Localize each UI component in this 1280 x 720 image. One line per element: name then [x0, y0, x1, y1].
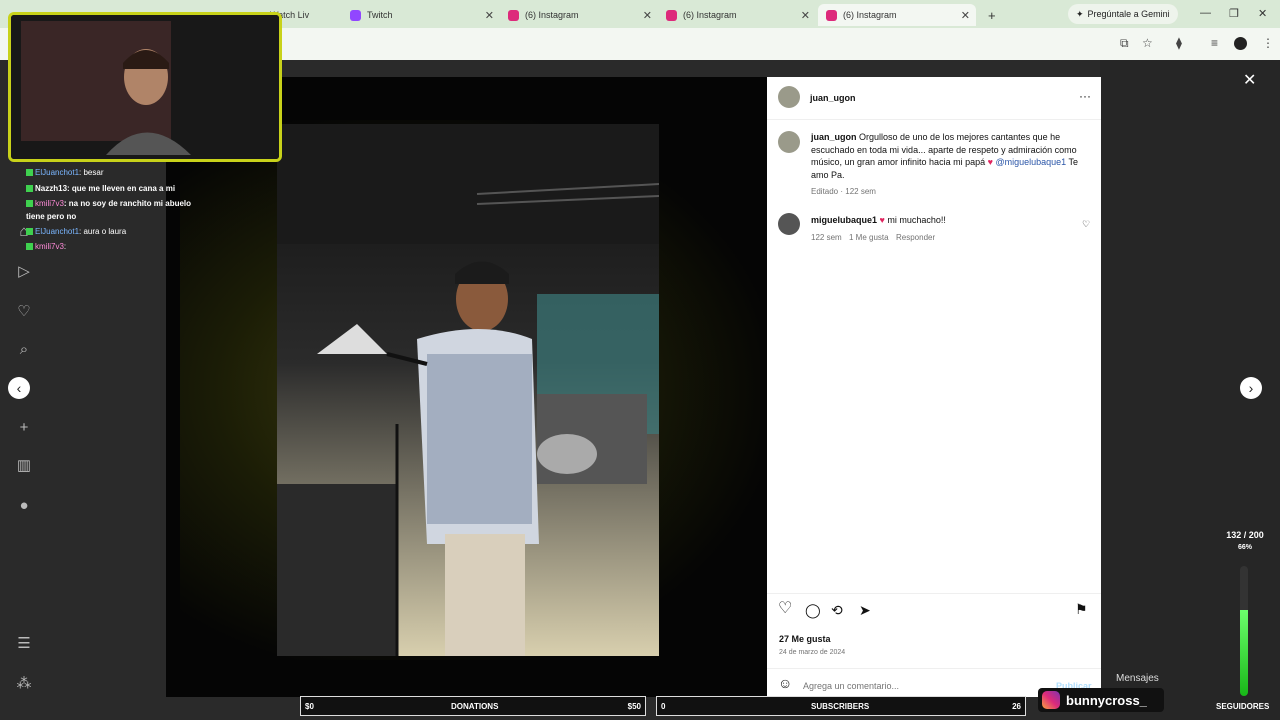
like-icon[interactable]: ♡ [778, 601, 792, 616]
sub-goal-overlay: 132 / 200 66% [1210, 530, 1280, 551]
save-icon[interactable]: ⚑ [1075, 602, 1088, 615]
comment-text: mi muchacho!! [887, 215, 946, 225]
instagram-icon [826, 9, 837, 21]
tab-label: (6) Instagram [843, 10, 897, 20]
comment: miguelubaque1 ♥ mi muchacho!! [811, 214, 946, 227]
comment-input[interactable] [803, 679, 1023, 692]
commenter-avatar[interactable] [778, 213, 800, 235]
emoji-icon[interactable]: ☺ [778, 676, 792, 689]
comment-likes[interactable]: 1 Me gusta [849, 232, 889, 245]
followers-label: SEGUIDORES [1216, 702, 1270, 711]
webcam-overlay [8, 12, 282, 162]
reels-icon[interactable]: ▷ [14, 262, 34, 282]
post-author[interactable]: juan_ugon [810, 92, 856, 105]
caption: juan_ugon Orgulloso de uno de los mejore… [811, 131, 1093, 181]
chat-message: ElJuanchot1: aura o laura [26, 227, 126, 236]
chat-message: kmili7v3: [26, 242, 66, 251]
bookmark-star-icon[interactable]: ☆ [1142, 36, 1153, 50]
tab-instagram-1[interactable]: (6) Instagram ✕ [500, 4, 658, 26]
profile-avatar[interactable] [1234, 37, 1247, 50]
chat-message: ElJuanchot1: besar [26, 168, 104, 177]
caption-author[interactable]: juan_ugon [811, 132, 857, 142]
divider [767, 119, 1101, 120]
divider [767, 668, 1101, 669]
sub-goal-bar-fill [1240, 610, 1248, 696]
chat-message: Nazzh13: que me lleven en cana a mi [26, 184, 175, 193]
repost-icon[interactable]: ⟲ [831, 603, 843, 616]
twitch-icon [350, 9, 361, 21]
edited-label: Editado · 122 sem [811, 187, 876, 196]
search-icon[interactable]: ⌕ [14, 340, 34, 360]
heart-emoji-icon: ♥ [879, 215, 885, 225]
minimize-icon[interactable]: — [1200, 7, 1211, 19]
messages-label[interactable]: Mensajes [1116, 673, 1159, 684]
close-icon[interactable]: ✕ [485, 9, 494, 22]
extensions-icon[interactable]: ⧫ [1176, 36, 1182, 50]
gemini-button[interactable]: ✦ Pregúntale a Gemini [1068, 4, 1178, 24]
close-icon[interactable]: ✕ [801, 9, 810, 22]
tab-instagram-2[interactable]: (6) Instagram ✕ [658, 4, 816, 26]
likes-count[interactable]: 27 Me gusta [779, 633, 831, 646]
close-icon[interactable]: ✕ [961, 9, 970, 22]
profile-icon[interactable]: ● [14, 496, 34, 516]
tab-label: (6) Instagram [525, 10, 579, 20]
apps-icon[interactable]: ⁂ [14, 674, 34, 694]
author-avatar[interactable] [778, 86, 800, 108]
post-details-panel: juan_ugon ··· juan_ugon Orgulloso de uno… [767, 77, 1101, 697]
instagram-icon [1042, 691, 1060, 709]
sub-goal-bar [1240, 566, 1248, 696]
notifications-icon[interactable]: ♡ [14, 302, 34, 322]
instagram-icon [508, 9, 519, 21]
mention-link[interactable]: @miguelubaque1 [995, 157, 1066, 167]
caption-avatar[interactable] [778, 131, 800, 153]
heart-emoji-icon: ♥ [987, 157, 993, 167]
donations-goal: $0 DONATIONS $50 [300, 696, 646, 716]
post-photo[interactable] [277, 124, 659, 656]
next-post-button[interactable]: › [1240, 377, 1262, 399]
share-icon[interactable]: ➤ [859, 603, 871, 616]
previous-post-button[interactable]: ‹ [8, 377, 30, 399]
sparkle-icon: ✦ [1076, 8, 1084, 19]
instagram-handle-badge: bunnycross_ [1038, 688, 1164, 712]
chat-message: kmili7v3: na no soy de ranchito mi abuel… [26, 199, 191, 208]
create-icon[interactable]: + [14, 418, 34, 438]
dashboard-icon[interactable]: ▥ [14, 456, 34, 476]
reading-list-icon[interactable]: ≡ [1211, 36, 1218, 50]
new-tab-button[interactable]: + [980, 4, 1000, 26]
more-options-icon[interactable]: ··· [1079, 90, 1091, 103]
goals-bar: $0 DONATIONS $50 0 SUBSCRIBERS 26 [300, 696, 1026, 716]
close-icon[interactable]: ✕ [643, 9, 652, 22]
tab-twitch[interactable]: Twitch ✕ [342, 4, 500, 26]
reply-button[interactable]: Responder [896, 232, 935, 245]
instagram-icon [666, 9, 677, 21]
chat-message: tiene pero no [26, 212, 77, 221]
subscribers-goal: 0 SUBSCRIBERS 26 [656, 696, 1026, 716]
cast-icon[interactable]: ⧉ [1120, 36, 1129, 51]
comment-author[interactable]: miguelubaque1 [811, 215, 877, 225]
window-close-icon[interactable]: ✕ [1258, 7, 1267, 20]
tab-label: Twitch [367, 10, 393, 20]
sub-goal-percent: 66% [1237, 544, 1252, 551]
stream-chat-overlay: ElJuanchot1: besar Nazzh13: que me lleve… [22, 166, 222, 256]
divider [767, 593, 1101, 594]
comment-age: 122 sem [811, 233, 842, 242]
post-date: 24 de marzo de 2024 [779, 649, 846, 656]
tab-instagram-active[interactable]: (6) Instagram ✕ [818, 4, 976, 26]
comment-like-icon[interactable]: ♡ [1082, 218, 1090, 231]
restore-icon[interactable]: ❐ [1229, 7, 1239, 20]
more-menu-icon[interactable]: ☰ [14, 634, 34, 654]
close-modal-icon[interactable]: ✕ [1243, 70, 1256, 90]
tab-label: (6) Instagram [683, 10, 737, 20]
comment-icon[interactable]: ◯ [805, 603, 821, 616]
browser-menu-icon[interactable]: ⋮ [1262, 36, 1274, 50]
sub-goal-count: 132 / 200 [1226, 530, 1264, 540]
